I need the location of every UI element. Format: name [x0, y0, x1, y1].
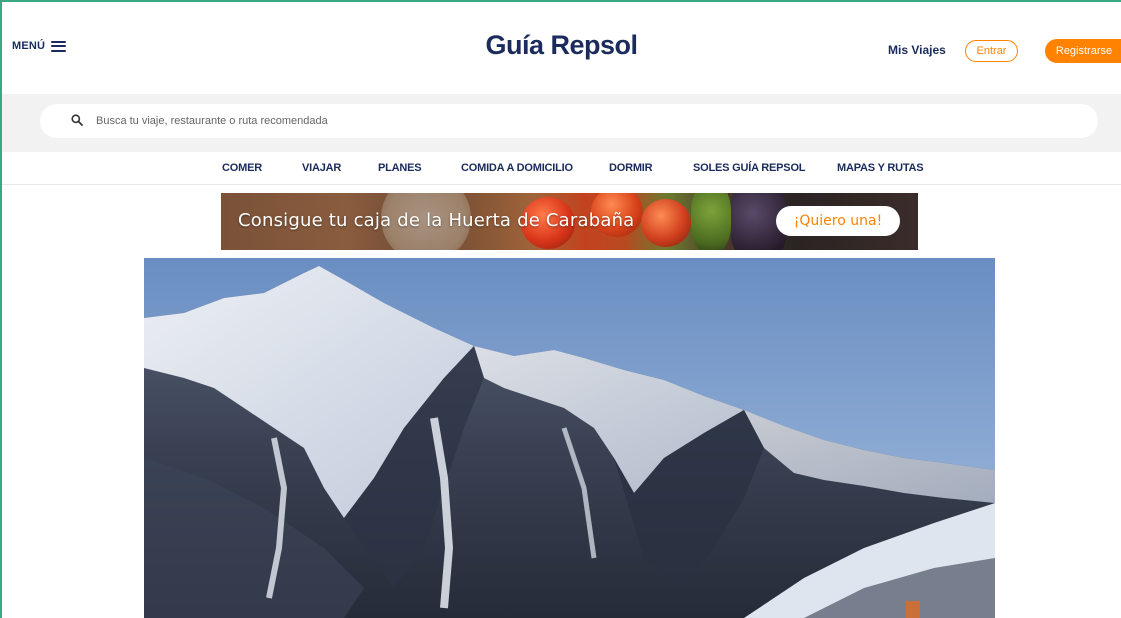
hero-image [144, 258, 995, 618]
mis-viajes-link[interactable]: Mis Viajes [888, 43, 946, 57]
nav-item-viajar[interactable]: VIAJAR [302, 162, 341, 174]
search-box[interactable] [40, 104, 1098, 138]
building-light [906, 601, 920, 618]
search-icon [71, 114, 83, 126]
nav-item-comida-a-domicilio[interactable]: COMIDA A DOMICILIO [461, 162, 573, 174]
ad-vegetable-image [691, 193, 731, 250]
nav-item-mapas-y-rutas[interactable]: MAPAS Y RUTAS [837, 162, 924, 174]
ad-cta-button[interactable]: ¡Quiero una! [776, 206, 900, 236]
search-bar-section [2, 94, 1121, 152]
ad-tomato-image [641, 199, 691, 247]
search-input[interactable] [96, 104, 1076, 138]
site-logo[interactable]: Guía Repsol [2, 30, 1121, 61]
nav-item-planes[interactable]: PLANES [378, 162, 422, 174]
nav-item-dormir[interactable]: DORMIR [609, 162, 653, 174]
ad-text: Consigue tu caja de la Huerta de Carabañ… [238, 210, 635, 231]
ad-banner[interactable]: Consigue tu caja de la Huerta de Carabañ… [221, 193, 918, 250]
nav-item-soles-guia-repsol[interactable]: SOLES GUÍA REPSOL [693, 162, 806, 174]
login-button[interactable]: Entrar [965, 40, 1018, 62]
main-nav: COMER VIAJAR PLANES COMIDA A DOMICILIO D… [2, 152, 1121, 185]
mountain-illustration [144, 258, 995, 618]
site-header: MENÚ Guía Repsol Mis Viajes Entrar Regis… [2, 2, 1121, 94]
nav-item-comer[interactable]: COMER [222, 162, 262, 174]
register-button[interactable]: Registrarse [1045, 39, 1121, 63]
